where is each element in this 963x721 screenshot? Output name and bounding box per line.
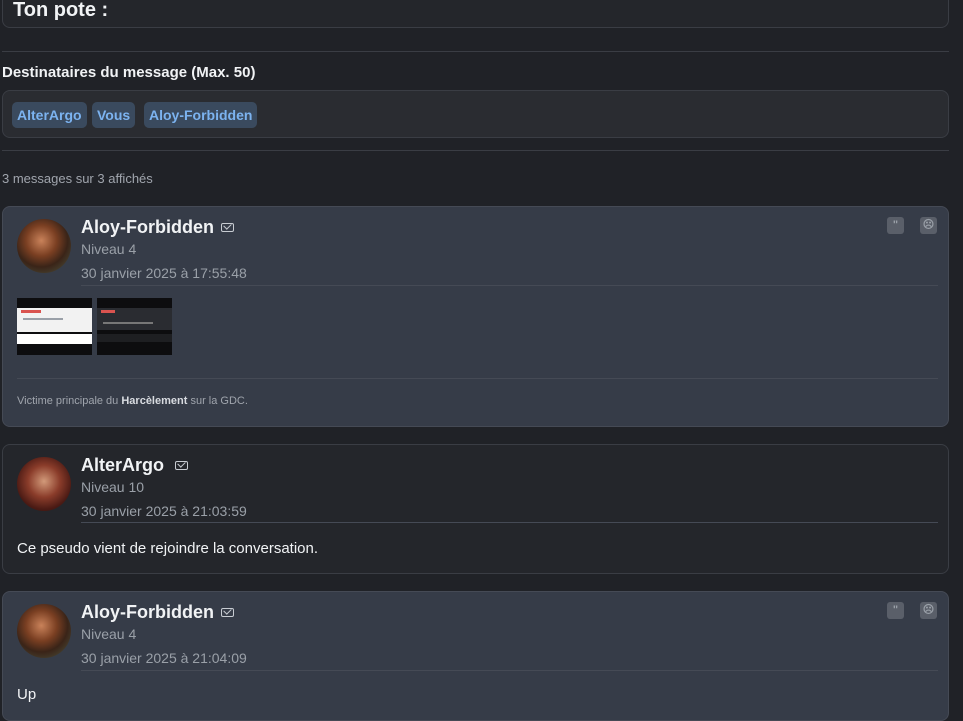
quote-icon[interactable]: " xyxy=(887,217,904,234)
divider xyxy=(81,285,938,286)
signature-divider xyxy=(17,378,938,379)
mail-icon[interactable] xyxy=(221,223,234,232)
mail-icon[interactable] xyxy=(221,608,234,617)
recipients-label: Destinataires du message (Max. 50) xyxy=(2,64,256,81)
message-card: Aloy-Forbidden Niveau 4 30 janvier 2025 … xyxy=(2,591,949,721)
message-card: Aloy-Forbidden Niveau 4 30 janvier 2025 … xyxy=(2,206,949,427)
message-date[interactable]: 30 janvier 2025 à 17:55:48 xyxy=(81,265,247,281)
divider xyxy=(81,522,938,523)
avatar[interactable] xyxy=(17,219,71,273)
recipients-list: AlterArgo Vous Aloy-Forbidden xyxy=(2,90,949,138)
quote-icon[interactable]: " xyxy=(887,602,904,619)
conversation-title: Ton pote : xyxy=(13,0,109,21)
author-name[interactable]: Aloy-Forbidden xyxy=(81,602,214,623)
messages-count: 3 messages sur 3 affichés xyxy=(2,171,153,186)
avatar[interactable] xyxy=(17,457,71,511)
author-level: Niveau 4 xyxy=(81,241,137,257)
divider xyxy=(2,51,949,52)
message-date[interactable]: 30 janvier 2025 à 21:03:59 xyxy=(81,503,247,519)
signature-text: Victime principale du xyxy=(17,395,122,407)
author-name[interactable]: AlterArgo xyxy=(81,455,164,476)
report-icon[interactable]: ☹ xyxy=(920,602,937,619)
author-level: Niveau 4 xyxy=(81,626,137,642)
divider xyxy=(81,670,938,671)
image-thumbnail[interactable] xyxy=(97,298,172,355)
signature-link: Harcèlement xyxy=(121,395,188,407)
report-icon[interactable]: ☹ xyxy=(920,217,937,234)
message-card: AlterArgo Niveau 10 30 janvier 2025 à 21… xyxy=(2,444,949,574)
author-name[interactable]: Aloy-Forbidden xyxy=(81,217,214,238)
message-text: Ce pseudo vient de rejoindre la conversa… xyxy=(17,540,319,557)
message-date[interactable]: 30 janvier 2025 à 21:04:09 xyxy=(81,650,247,666)
recipient-tag-alterargo[interactable]: AlterArgo xyxy=(12,102,87,128)
author-level: Niveau 10 xyxy=(81,479,145,495)
signature: Victime principale du Harcèlement sur la… xyxy=(17,395,248,407)
avatar[interactable] xyxy=(17,604,71,658)
recipient-tag-vous[interactable]: Vous xyxy=(92,102,136,128)
image-thumbnail[interactable] xyxy=(17,298,92,355)
divider xyxy=(2,150,949,151)
mail-icon[interactable] xyxy=(175,461,188,470)
recipient-tag-aloy-forbidden[interactable]: Aloy-Forbidden xyxy=(144,102,258,128)
message-text: Up xyxy=(17,686,37,703)
signature-text: sur la GDC. xyxy=(187,395,248,407)
conversation-title-box: Ton pote : xyxy=(2,0,949,28)
